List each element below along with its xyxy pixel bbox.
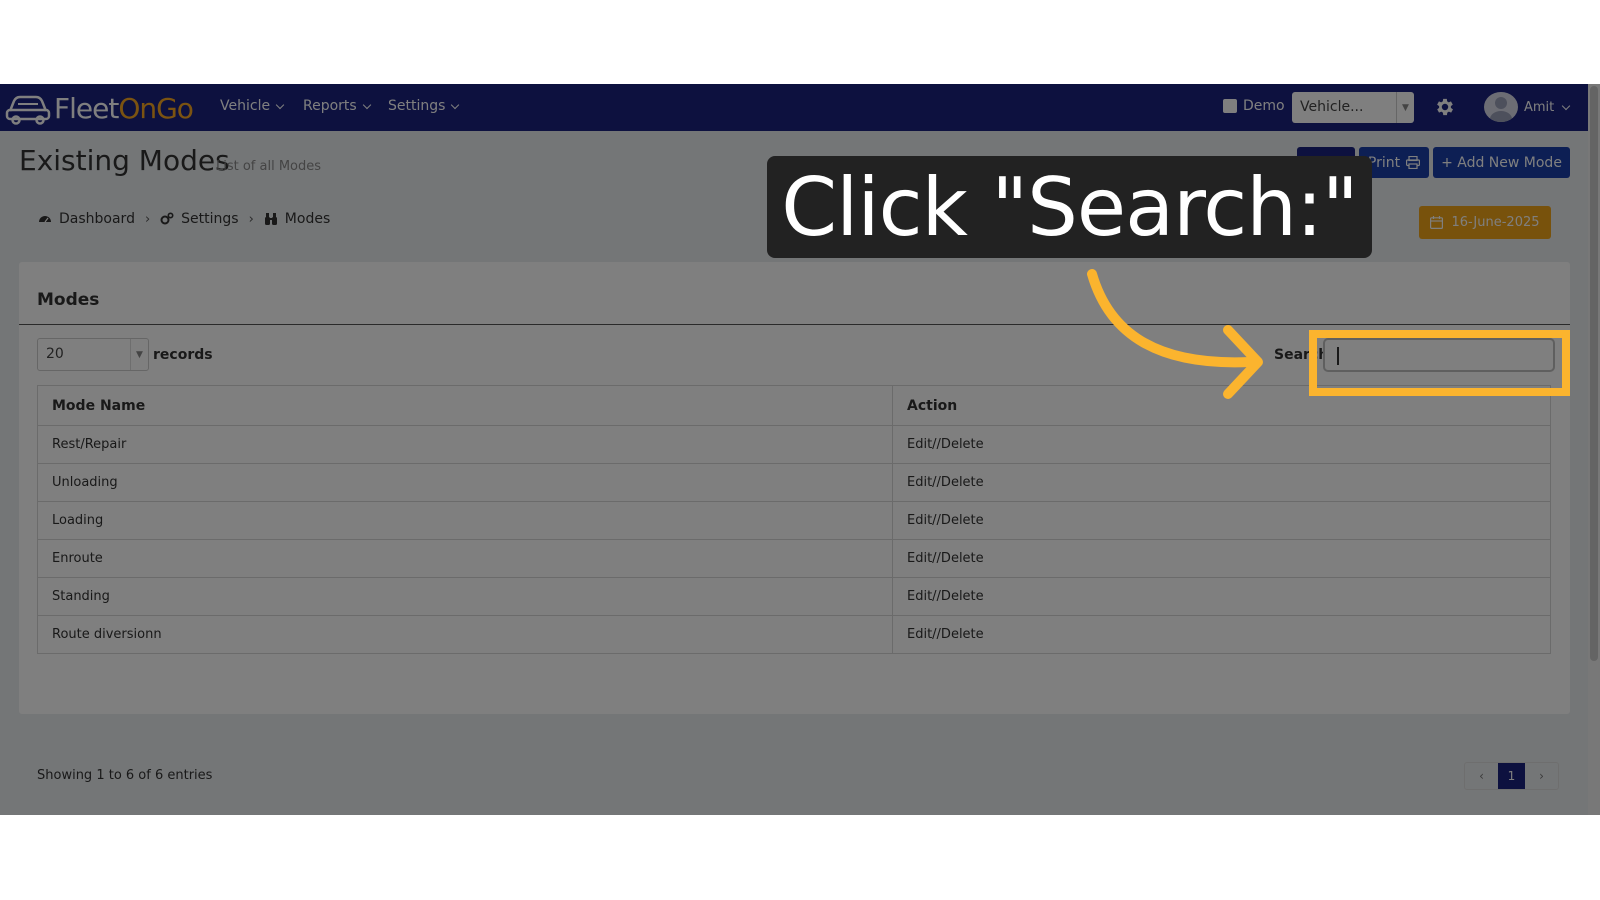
breadcrumb-separator: ›: [248, 211, 254, 227]
pagination-next[interactable]: ›: [1525, 763, 1558, 789]
records-length-select[interactable]: 20 ▼: [37, 338, 149, 371]
table-row: Enroute Edit//Delete: [37, 539, 1551, 578]
chevron-down-icon: [1562, 101, 1571, 110]
modes-table: Mode Name Action Rest/Repair Edit//Delete…: [37, 385, 1551, 654]
pagination-page-1[interactable]: 1: [1498, 763, 1525, 789]
mode-name-cell: Loading: [37, 501, 893, 540]
divider: [19, 324, 1570, 325]
date-label: 16-June-2025: [1451, 215, 1540, 230]
action-cell[interactable]: Edit//Delete: [892, 577, 1551, 616]
breadcrumb-settings[interactable]: Settings: [181, 211, 238, 227]
breadcrumb-dashboard[interactable]: Dashboard: [59, 211, 135, 227]
mode-name-cell: Enroute: [37, 539, 893, 578]
chevron-down-icon: [275, 100, 285, 109]
chevron-down-icon: [362, 100, 371, 109]
date-button[interactable]: 16-June-2025: [1419, 206, 1551, 239]
demo-label: Demo: [1243, 98, 1285, 114]
page-title: Existing Modes: [19, 144, 230, 177]
records-length-value: 20: [46, 346, 64, 362]
table-row: Rest/Repair Edit//Delete: [37, 425, 1551, 464]
cogs-icon: [160, 212, 174, 225]
print-label: Print: [1367, 154, 1401, 171]
scrollbar-thumb[interactable]: [1590, 86, 1598, 661]
dashboard-icon: [39, 216, 51, 223]
table-row: Route diversionn Edit//Delete: [37, 615, 1551, 654]
table-row: Loading Edit//Delete: [37, 501, 1551, 540]
logo-text: FleetOnGo: [54, 91, 194, 125]
breadcrumb-modes: Modes: [284, 211, 331, 227]
pagination-prev[interactable]: ‹: [1465, 763, 1498, 789]
mode-name-cell: Route diversionn: [37, 615, 893, 654]
pagination: ‹ 1 ›: [1464, 762, 1559, 790]
table-row: Standing Edit//Delete: [37, 577, 1551, 616]
search-highlight-box: [1309, 330, 1570, 396]
logo[interactable]: FleetOnGo: [4, 90, 194, 126]
binoculars-icon: [264, 213, 277, 225]
calendar-icon: [1430, 216, 1444, 229]
mode-name-cell: Unloading: [37, 463, 893, 502]
table-info: Showing 1 to 6 of 6 entries: [37, 768, 213, 783]
action-cell[interactable]: Edit//Delete: [892, 501, 1551, 540]
scrollbar[interactable]: [1588, 84, 1600, 815]
car-logo-icon: [5, 95, 51, 125]
card-title: Modes: [37, 290, 100, 310]
column-header-mode-name[interactable]: Mode Name: [37, 385, 893, 426]
mode-name-cell: Rest/Repair: [37, 425, 893, 464]
chevron-down-icon: [451, 100, 460, 109]
nav-vehicle[interactable]: Vehicle: [220, 98, 285, 114]
avatar: [1484, 92, 1518, 122]
printer-icon: [1406, 156, 1421, 169]
action-cell[interactable]: Edit//Delete: [892, 539, 1551, 578]
dropdown-arrow-icon: ▼: [1396, 92, 1414, 123]
pointer-arrow-icon: [1087, 269, 1263, 399]
tutorial-callout: Click "Search:": [767, 156, 1372, 258]
action-cell[interactable]: Edit//Delete: [892, 463, 1551, 502]
mode-name-cell: Standing: [37, 577, 893, 616]
action-cell[interactable]: Edit//Delete: [892, 425, 1551, 464]
vehicle-select[interactable]: Vehicle... ▼: [1292, 92, 1414, 123]
user-name: Amit: [1524, 99, 1555, 115]
nav-settings[interactable]: Settings: [388, 98, 460, 114]
action-cell[interactable]: Edit//Delete: [892, 615, 1551, 654]
gear-icon[interactable]: [1434, 96, 1456, 118]
user-menu[interactable]: Amit: [1484, 92, 1571, 122]
nav-reports[interactable]: Reports: [303, 98, 371, 114]
dropdown-arrow-icon: ▼: [130, 339, 148, 370]
breadcrumb: Dashboard › Settings › Modes: [38, 211, 330, 227]
records-label: records: [153, 347, 213, 363]
vehicle-select-value: Vehicle...: [1300, 99, 1364, 115]
demo-toggle[interactable]: Demo: [1223, 98, 1285, 114]
page-subtitle: List of all Modes: [216, 159, 322, 174]
table-row: Unloading Edit//Delete: [37, 463, 1551, 502]
demo-checkbox[interactable]: [1223, 99, 1237, 113]
breadcrumb-separator: ›: [144, 211, 151, 227]
add-new-mode-button[interactable]: + Add New Mode: [1433, 147, 1570, 178]
top-navbar: FleetOnGo Vehicle Reports Settings Demo …: [0, 84, 1588, 131]
